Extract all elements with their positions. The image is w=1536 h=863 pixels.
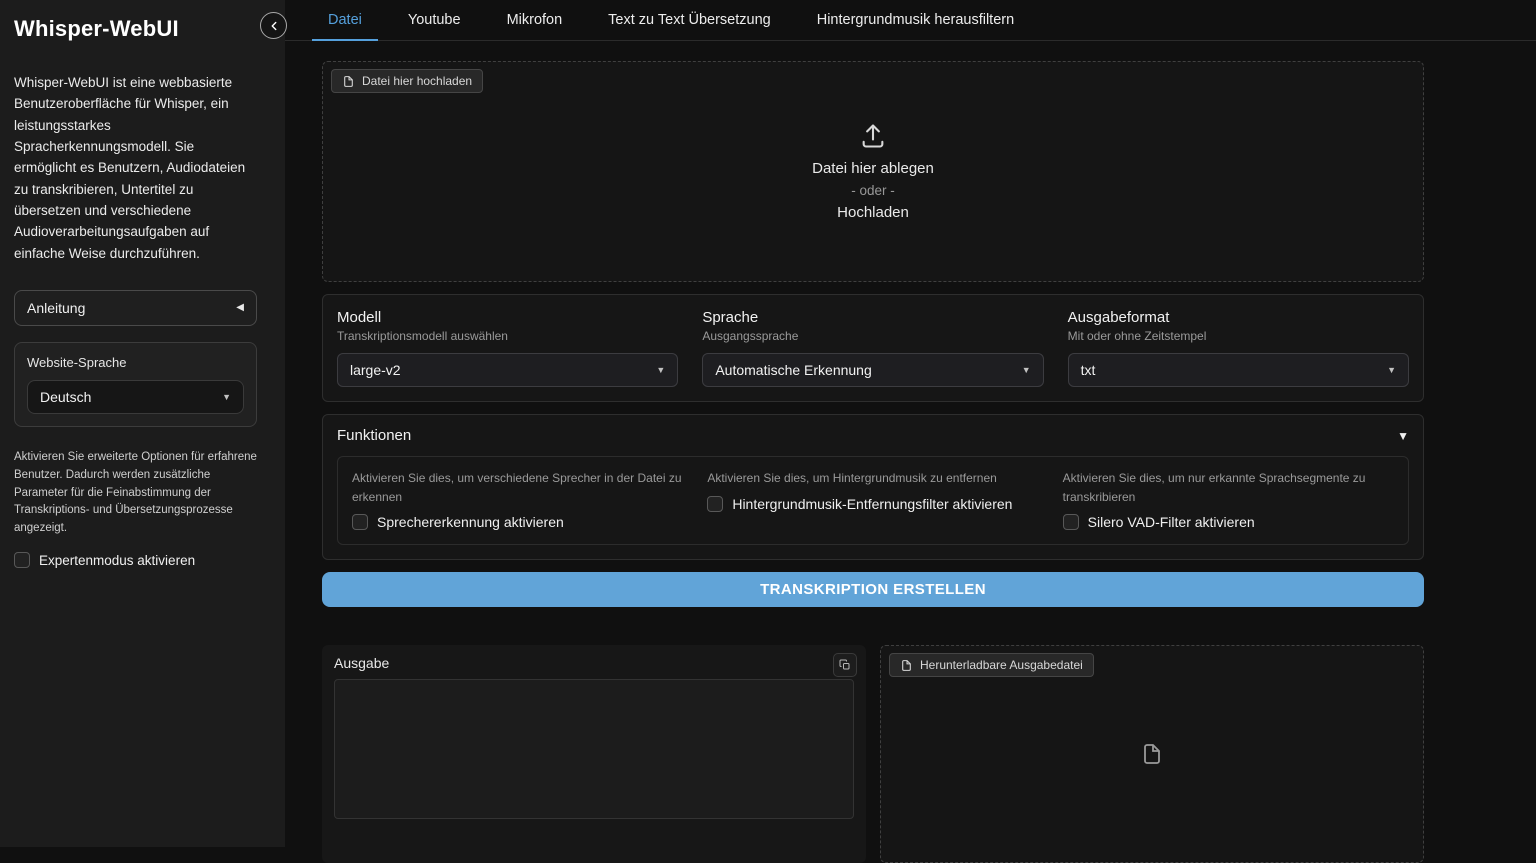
empty-file-icon [1140,742,1164,766]
language-info: Ausgangssprache [702,329,1043,343]
vad-checkbox[interactable] [1063,514,1079,530]
website-language-label: Website-Sprache [27,355,244,370]
upload-click-text[interactable]: Hochladen [837,204,909,221]
features-title: Funktionen [337,427,411,444]
feature-bgm-removal-info: Aktivieren Sie dies, um Hintergrundmusik… [707,469,1038,488]
chevron-down-icon: ▼ [222,392,231,402]
whisper-webui-app: Whisper-WebUI Whisper-WebUI ist eine web… [0,0,1536,847]
tab-youtube[interactable]: Youtube [392,2,477,41]
output-text-label: Ausgabe [334,655,854,671]
file-upload-label-chip: Datei hier hochladen [331,69,483,93]
language-label: Sprache [702,309,1043,326]
features-accordion: Funktionen ▼ Aktivieren Sie dies, um ver… [322,414,1424,560]
model-label: Modell [337,309,678,326]
upload-icon [859,122,887,150]
language-value: Automatische Erkennung [715,362,871,378]
app-description: Whisper-WebUI ist eine webbasierte Benut… [14,72,257,264]
website-language-group: Website-Sprache Deutsch ▼ [14,342,257,427]
output-format-select[interactable]: txt ▼ [1068,353,1409,387]
output-row: Ausgabe Herunterladbare Ausgabedatei [322,645,1424,863]
bgm-removal-checkbox[interactable] [707,496,723,512]
feature-diarization-info: Aktivieren Sie dies, um verschiedene Spr… [352,469,683,506]
output-format-field: Ausgabeformat Mit oder ohne Zeitstempel … [1068,309,1409,387]
output-format-info: Mit oder ohne Zeitstempel [1068,329,1409,343]
file-upload-label: Datei hier hochladen [362,74,472,88]
file-icon [900,659,913,672]
feature-diarization: Aktivieren Sie dies, um verschiedene Spr… [352,469,683,530]
expert-mode-checkbox-row[interactable]: Expertenmodus aktivieren [14,552,257,568]
app-title: Whisper-WebUI [14,16,257,42]
model-select[interactable]: large-v2 ▼ [337,353,678,387]
vad-checkbox-row[interactable]: Silero VAD-Filter aktivieren [1063,514,1394,530]
language-field: Sprache Ausgangssprache Automatische Erk… [702,309,1043,387]
output-format-label: Ausgabeformat [1068,309,1409,326]
generate-transcription-button[interactable]: TRANSKRIPTION ERSTELLEN [322,572,1424,607]
website-language-select[interactable]: Deutsch ▼ [27,380,244,414]
output-format-value: txt [1081,362,1096,378]
triangle-left-icon: ◀ [236,302,244,313]
language-select[interactable]: Automatische Erkennung ▼ [702,353,1043,387]
anleitung-label: Anleitung [27,300,85,316]
sidebar-collapse-button[interactable] [260,12,287,39]
chevron-down-icon: ▼ [1387,365,1396,375]
expert-mode-checkbox-label: Expertenmodus aktivieren [39,553,195,568]
model-info: Transkriptionsmodell auswählen [337,329,678,343]
feature-bgm-removal: Aktivieren Sie dies, um Hintergrundmusik… [707,469,1038,530]
chevron-down-icon: ▼ [656,365,665,375]
bgm-removal-checkbox-label: Hintergrundmusik-Entfernungsfilter aktiv… [732,496,1012,512]
tab-mikrofon[interactable]: Mikrofon [491,2,579,41]
tab-content-datei: Datei hier hochladen Datei hier ablegen … [322,61,1424,863]
file-upload-dropzone[interactable]: Datei hier hochladen Datei hier ablegen … [322,61,1424,282]
copy-button[interactable] [833,653,857,677]
main-area: Datei Youtube Mikrofon Text zu Text Über… [285,0,1536,847]
anleitung-accordion[interactable]: Anleitung ◀ [14,290,257,326]
downloadable-file-label-chip: Herunterladbare Ausgabedatei [889,653,1094,677]
diarization-checkbox-row[interactable]: Sprechererkennung aktivieren [352,514,683,530]
expert-mode-description: Aktivieren Sie erweiterte Optionen für e… [14,449,257,538]
copy-icon [839,659,851,671]
tab-text-zu-text-uebersetzung[interactable]: Text zu Text Übersetzung [592,2,787,41]
feature-vad: Aktivieren Sie dies, um nur erkannte Spr… [1063,469,1394,530]
file-icon [342,75,355,88]
chevron-down-icon: ▼ [1022,365,1031,375]
features-accordion-header[interactable]: Funktionen ▼ [337,427,1409,444]
tab-hintergrundmusik-herausfiltern[interactable]: Hintergrundmusik herausfiltern [801,2,1030,41]
website-language-value: Deutsch [40,389,91,405]
diarization-checkbox-label: Sprechererkennung aktivieren [377,514,564,530]
output-textarea[interactable] [334,679,854,819]
output-text-block: Ausgabe [322,645,866,863]
sidebar: Whisper-WebUI Whisper-WebUI ist eine web… [0,0,285,847]
drop-file-text: Datei hier ablegen [812,160,934,177]
downloadable-file-label: Herunterladbare Ausgabedatei [920,658,1083,672]
tab-datei[interactable]: Datei [312,2,378,41]
model-field: Modell Transkriptionsmodell auswählen la… [337,309,678,387]
feature-vad-info: Aktivieren Sie dies, um nur erkannte Spr… [1063,469,1394,506]
bgm-removal-checkbox-row[interactable]: Hintergrundmusik-Entfernungsfilter aktiv… [707,496,1038,512]
drop-or-text: - oder - [851,183,895,198]
diarization-checkbox[interactable] [352,514,368,530]
tabbar: Datei Youtube Mikrofon Text zu Text Über… [285,0,1536,41]
chevron-left-icon [267,19,281,33]
vad-checkbox-label: Silero VAD-Filter aktivieren [1088,514,1255,530]
settings-panel: Modell Transkriptionsmodell auswählen la… [322,294,1424,402]
model-value: large-v2 [350,362,401,378]
expert-mode-checkbox[interactable] [14,552,30,568]
features-body: Aktivieren Sie dies, um verschiedene Spr… [337,456,1409,545]
chevron-down-icon: ▼ [1397,429,1409,443]
downloadable-file-output: Herunterladbare Ausgabedatei [880,645,1424,863]
